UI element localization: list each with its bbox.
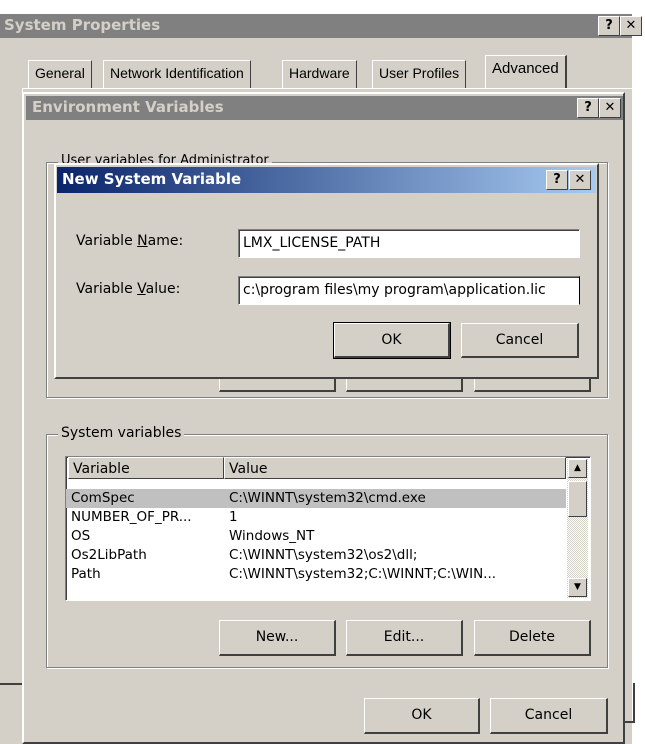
scroll-up-arrow-icon[interactable]: ▲ xyxy=(568,459,587,478)
variable-value-label: Variable Value: xyxy=(76,281,181,297)
row-variable: Os2LibPath xyxy=(71,547,147,563)
white-right-strip xyxy=(632,0,645,744)
new-system-variable-titlebar[interactable]: New System Variable xyxy=(57,167,596,193)
white-top-strip xyxy=(0,0,645,14)
row-value: C:\WINNT\system32;C:\WINNT;C:\WIN... xyxy=(229,566,497,582)
scroll-thumb[interactable] xyxy=(568,481,587,517)
back-window-edge-left xyxy=(0,683,22,685)
row-variable: NUMBER_OF_PR... xyxy=(71,509,192,525)
row-variable: OS xyxy=(71,528,91,544)
variable-name-input[interactable]: LMX_LICENSE_PATH xyxy=(238,229,580,258)
environment-variables-close-button[interactable]: ✕ xyxy=(599,98,621,118)
edit-variable-button[interactable]: Edit... xyxy=(346,620,463,656)
row-variable: Path xyxy=(71,566,101,582)
system-variables-list[interactable]: Variable Value ComSpec C:\WINNT\system32… xyxy=(65,456,591,601)
row-value: C:\WINNT\system32\cmd.exe xyxy=(229,490,426,506)
tab-advanced[interactable]: Advanced xyxy=(485,55,567,88)
table-row[interactable]: OS Windows_NT xyxy=(66,527,566,546)
table-row[interactable]: Os2LibPath C:\WINNT\system32\os2\dll; xyxy=(66,546,566,565)
system-properties-titlebar[interactable]: System Properties xyxy=(0,14,632,38)
environment-ok-button[interactable]: OK xyxy=(364,698,480,734)
back-window-edge-right xyxy=(625,683,635,723)
environment-variables-titlebar[interactable]: Environment Variables xyxy=(26,96,623,120)
new-system-variable-title: New System Variable xyxy=(62,170,242,188)
table-row[interactable]: NUMBER_OF_PR... 1 xyxy=(66,508,566,527)
variable-value-input[interactable]: c:\program files\my program\application.… xyxy=(238,276,580,305)
new-variable-cancel-button[interactable]: Cancel xyxy=(461,323,579,358)
environment-variables-title: Environment Variables xyxy=(32,98,224,116)
delete-variable-button[interactable]: Delete xyxy=(474,620,591,656)
environment-variables-help-button[interactable]: ? xyxy=(577,98,599,118)
system-variables-group-label: System variables xyxy=(58,425,185,441)
table-row[interactable]: Path C:\WINNT\system32;C:\WINNT;C:\WIN..… xyxy=(66,565,566,584)
row-value: 1 xyxy=(229,509,238,525)
variable-name-label: Variable Name: xyxy=(76,233,184,249)
system-properties-close-button[interactable]: ✕ xyxy=(620,16,642,36)
column-header-value[interactable]: Value xyxy=(224,457,566,479)
tab-user-profiles[interactable]: User Profiles xyxy=(372,60,467,88)
environment-cancel-button[interactable]: Cancel xyxy=(490,698,608,734)
row-value: C:\WINNT\system32\os2\dll; xyxy=(229,547,418,563)
table-row[interactable]: ComSpec C:\WINNT\system32\cmd.exe xyxy=(66,489,566,508)
tab-general[interactable]: General xyxy=(28,60,92,88)
scroll-down-arrow-icon[interactable]: ▼ xyxy=(568,578,587,597)
new-system-variable-close-button[interactable]: ✕ xyxy=(569,170,591,190)
row-value: Windows_NT xyxy=(229,528,315,544)
new-system-variable-help-button[interactable]: ? xyxy=(546,170,568,190)
system-properties-title: System Properties xyxy=(4,16,161,34)
row-variable: ComSpec xyxy=(71,490,135,506)
tab-hardware[interactable]: Hardware xyxy=(282,60,357,88)
new-variable-button[interactable]: New... xyxy=(219,620,336,656)
tab-network-identification[interactable]: Network Identification xyxy=(103,60,251,88)
column-header-variable[interactable]: Variable xyxy=(68,457,224,479)
new-variable-ok-button[interactable]: OK xyxy=(333,322,451,359)
system-properties-help-button[interactable]: ? xyxy=(598,16,620,36)
